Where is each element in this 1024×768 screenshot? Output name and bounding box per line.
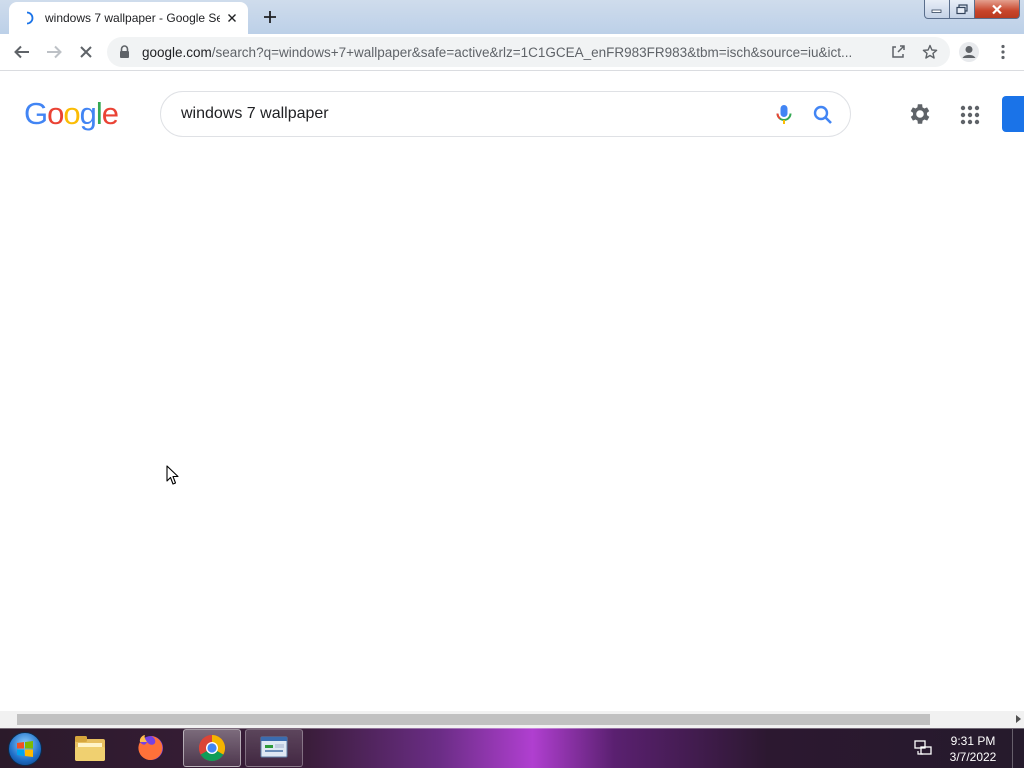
browser-toolbar: google.com/search?q=windows+7+wallpaper&… — [0, 34, 1024, 71]
folder-icon — [75, 736, 105, 761]
search-input[interactable]: windows 7 wallpaper — [181, 105, 329, 123]
firefox-icon — [138, 735, 163, 760]
forward-button[interactable] — [40, 38, 68, 66]
minimize-button[interactable] — [924, 0, 950, 19]
close-icon — [992, 4, 1002, 14]
show-desktop-button[interactable] — [1012, 729, 1024, 768]
close-icon — [80, 46, 92, 58]
microphone-icon[interactable] — [774, 104, 794, 126]
control-panel-icon — [260, 736, 288, 758]
apps-grid-icon[interactable] — [958, 103, 982, 127]
clock-date: 3/7/2022 — [949, 750, 997, 764]
share-icon[interactable] — [888, 42, 908, 62]
loading-spinner-icon — [19, 10, 35, 26]
lock-icon — [119, 45, 130, 64]
mouse-pointer-icon — [166, 465, 180, 491]
arrow-left-icon — [14, 45, 29, 59]
google-logo[interactable]: Google — [24, 96, 119, 132]
minimize-icon — [931, 9, 942, 13]
logo-letter: e — [101, 96, 119, 131]
clock-time: 9:31 PM — [950, 734, 996, 748]
url-host: google.com — [142, 45, 212, 60]
scroll-right-icon[interactable] — [1016, 715, 1021, 723]
url-path: /search?q=windows+7+wallpaper&safe=activ… — [211, 45, 853, 60]
logo-letter: g — [79, 96, 97, 131]
windows-taskbar — [0, 728, 1024, 768]
browser-menu-button[interactable] — [989, 38, 1017, 66]
tab-title: windows 7 wallpaper - Google Search — [45, 11, 220, 25]
taskbar-firefox[interactable] — [122, 729, 180, 767]
back-button[interactable] — [8, 38, 36, 66]
url-text: google.com/search?q=windows+7+wallpaper&… — [142, 45, 882, 60]
logo-letter: G — [24, 96, 48, 131]
taskbar-control-panel[interactable] — [245, 729, 303, 767]
taskbar-chrome[interactable] — [183, 729, 241, 767]
start-button[interactable] — [5, 730, 45, 768]
network-icon[interactable] — [914, 739, 932, 757]
logo-letter: o — [63, 96, 80, 131]
new-tab-button[interactable] — [256, 4, 284, 30]
plus-icon — [264, 11, 276, 23]
address-bar[interactable]: google.com/search?q=windows+7+wallpaper&… — [107, 37, 950, 67]
scrollbar-thumb[interactable] — [17, 714, 930, 725]
sign-in-button[interactable] — [1002, 96, 1024, 132]
account-icon — [959, 42, 979, 62]
system-clock[interactable]: 9:31 PM 3/7/2022 — [938, 733, 1008, 765]
restore-button[interactable] — [950, 0, 975, 19]
chrome-icon — [198, 734, 226, 762]
close-window-button[interactable] — [975, 0, 1020, 19]
browser-titlebar: windows 7 wallpaper - Google Search — [0, 0, 1024, 34]
arrow-right-icon — [47, 45, 62, 59]
taskbar-file-explorer[interactable] — [61, 729, 119, 767]
gear-icon[interactable] — [907, 101, 933, 127]
search-box[interactable]: windows 7 wallpaper — [160, 91, 851, 137]
screen: windows 7 wallpaper - Google Search — [0, 0, 1024, 768]
restore-icon — [956, 3, 968, 14]
logo-letter: o — [47, 96, 64, 131]
tab-close-icon[interactable] — [224, 10, 240, 26]
search-icon[interactable] — [812, 104, 834, 126]
stop-loading-button[interactable] — [72, 38, 100, 66]
browser-tab[interactable]: windows 7 wallpaper - Google Search — [9, 2, 248, 34]
windows-logo-icon — [8, 732, 42, 766]
more-vert-icon — [1001, 44, 1005, 60]
window-controls — [924, 0, 1020, 19]
bookmark-star-icon[interactable] — [920, 42, 940, 62]
horizontal-scrollbar[interactable] — [0, 711, 1024, 728]
profile-button[interactable] — [955, 38, 983, 66]
